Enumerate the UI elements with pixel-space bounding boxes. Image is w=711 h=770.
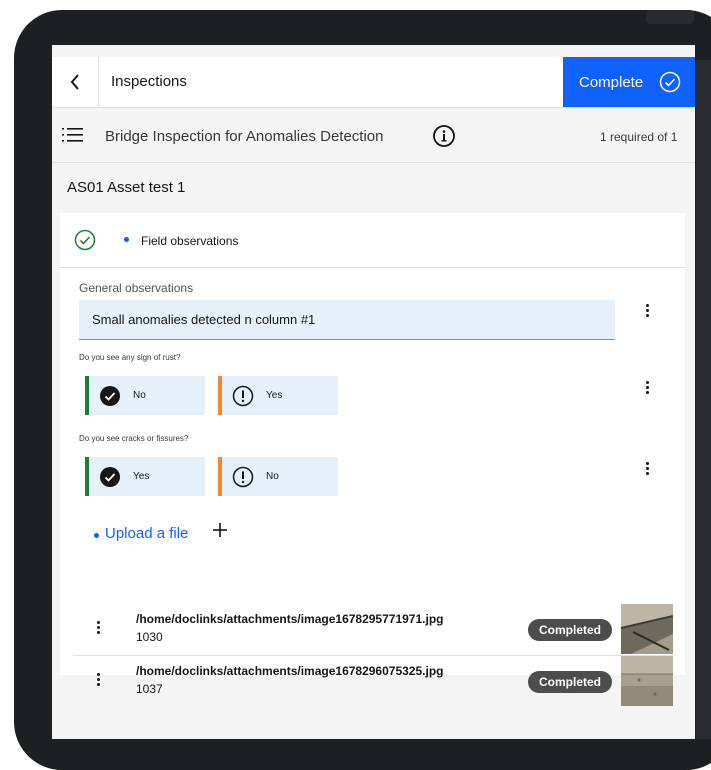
option-label: No	[266, 471, 279, 482]
info-icon[interactable]	[432, 124, 456, 148]
upload-file-link[interactable]: Upload a file	[105, 525, 188, 542]
status-bar	[52, 45, 695, 57]
option-label: No	[133, 390, 146, 401]
attachment-thumbnail[interactable]	[621, 604, 673, 654]
checkmark-filled-icon	[99, 385, 121, 407]
status-badge: Completed	[528, 619, 612, 641]
section-complete-icon	[74, 229, 96, 251]
attachment-id: 1037	[136, 682, 163, 696]
option-unselected[interactable]: Yes	[218, 376, 338, 415]
complete-button[interactable]: Complete	[563, 57, 695, 107]
section-header[interactable]: Field observations	[60, 213, 685, 268]
status-badge: Completed	[528, 671, 612, 693]
attachment-row[interactable]: /home/doclinks/attachments/image16782957…	[73, 604, 673, 654]
general-observations-label: General observations	[79, 281, 194, 295]
back-button[interactable]	[52, 57, 99, 107]
attachment-overflow-menu-icon[interactable]	[88, 671, 108, 691]
option-selected[interactable]: Yes	[85, 457, 205, 496]
adjacent-device-edge	[696, 60, 711, 739]
inspection-header: Bridge Inspection for Anomalies Detectio…	[52, 108, 695, 163]
attachment-path: /home/doclinks/attachments/image16782957…	[136, 612, 444, 626]
top-bar: Inspections Complete	[52, 57, 695, 108]
page-title: Inspections	[111, 73, 187, 90]
section-label: Field observations	[141, 234, 239, 248]
question-overflow-menu-icon[interactable]	[637, 379, 657, 399]
attachment-path: /home/doclinks/attachments/image16782960…	[136, 664, 444, 678]
add-icon[interactable]	[212, 522, 228, 538]
question-label: Do you see cracks or fissures?	[79, 434, 189, 443]
attachment-id: 1030	[136, 630, 163, 644]
general-observations-field[interactable]: Small anomalies detected n column #1	[79, 300, 615, 340]
checkmark-filled-icon	[99, 466, 121, 488]
upload-bullet	[94, 533, 99, 538]
complete-button-label: Complete	[579, 73, 644, 91]
app-screen: Inspections Complete Bridge Inspection f…	[52, 45, 695, 739]
inspection-card: Field observations General observations …	[60, 213, 685, 706]
attachment-row[interactable]: /home/doclinks/attachments/image16782960…	[73, 656, 673, 706]
warning-icon	[232, 466, 254, 488]
question-overflow-menu-icon[interactable]	[637, 460, 657, 480]
required-count: 1 required of 1	[600, 130, 678, 144]
list-menu-icon[interactable]	[62, 126, 84, 144]
inspection-title: Bridge Inspection for Anomalies Detectio…	[105, 128, 384, 145]
check-circle-icon	[659, 71, 681, 93]
attachment-thumbnail[interactable]	[621, 656, 673, 706]
option-unselected[interactable]: No	[218, 457, 338, 496]
section-bullet	[124, 237, 129, 242]
option-selected[interactable]: No	[85, 376, 205, 415]
general-overflow-menu-icon[interactable]	[637, 302, 657, 322]
warning-icon	[232, 385, 254, 407]
asset-title: AS01 Asset test 1	[67, 179, 186, 196]
chevron-left-icon	[70, 74, 79, 90]
option-label: Yes	[266, 390, 283, 401]
attachment-overflow-menu-icon[interactable]	[88, 619, 108, 639]
camera-bump	[646, 10, 694, 24]
question-label: Do you see any sign of rust?	[79, 353, 181, 362]
option-label: Yes	[133, 471, 150, 482]
